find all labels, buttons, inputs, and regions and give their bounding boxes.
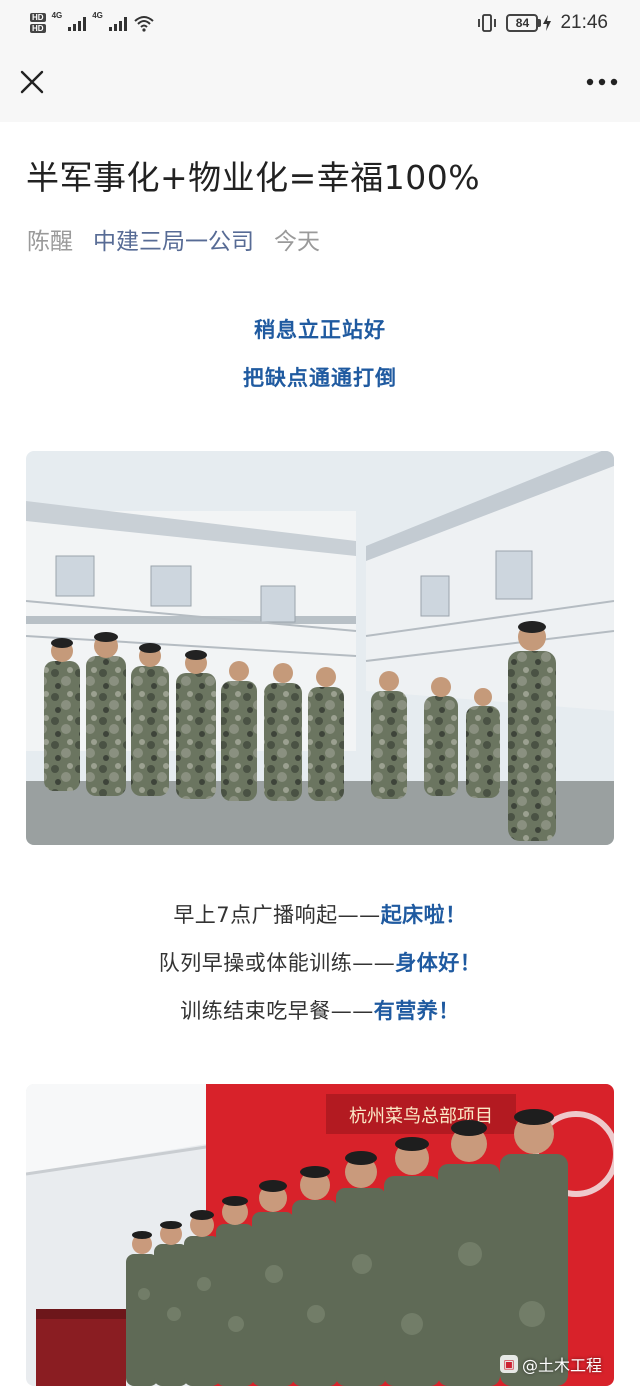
clock: 21:46	[560, 12, 608, 33]
vibrate-icon	[478, 14, 497, 32]
more-options-button[interactable]	[582, 64, 622, 100]
schedule-item-text: 早上7点广播响起——	[173, 903, 381, 927]
ceremony-photo-image: 杭州菜鸟总部项目	[26, 1084, 614, 1386]
network-type-label: 4G	[92, 11, 103, 20]
wifi-icon	[134, 16, 154, 32]
article-title: 半军事化+物业化=幸福100%	[26, 158, 481, 197]
publish-date: 今天	[274, 229, 320, 255]
schedule-item-highlight: 起床啦！	[380, 903, 467, 927]
status-left-group: HD HD 4G 4G	[30, 8, 155, 38]
battery-level: 84	[515, 16, 530, 30]
watermark-text: @土木工程	[521, 1356, 602, 1375]
status-bar: HD HD 4G 4G 84 21:46	[0, 0, 640, 44]
article-photo-ceremony[interactable]: 杭州菜鸟总部项目 ▣ @土木工程	[26, 1084, 614, 1386]
charging-icon	[543, 15, 552, 31]
close-button[interactable]	[14, 64, 50, 100]
hd-badge: HD	[30, 24, 46, 33]
schedule-item-highlight: 身体好！	[395, 951, 482, 975]
more-icon	[586, 78, 618, 86]
article-meta: 陈醒 中建三局一公司 今天	[27, 220, 320, 258]
intro-line: 稍息立正站好	[254, 318, 386, 342]
schedule-line: 早上7点广播响起——起床啦！	[0, 891, 640, 939]
account-link[interactable]: 中建三局一公司	[93, 222, 254, 256]
intro-text: 稍息立正站好 把缺点通通打倒	[0, 306, 640, 402]
hd-badge: HD	[30, 13, 46, 22]
watermark-logo-icon: ▣	[499, 1355, 518, 1373]
hd-badges: HD HD	[30, 13, 46, 33]
battery-icon: 84	[506, 14, 542, 32]
watermark: ▣ @土木工程	[499, 1352, 602, 1376]
schedule-text: 早上7点广播响起——起床啦！ 队列早操或体能训练——身体好！ 训练结束吃早餐——…	[0, 891, 640, 1035]
close-icon	[20, 70, 44, 94]
schedule-item-text: 队列早操或体能训练——	[158, 951, 396, 975]
article-photo-drill[interactable]	[26, 451, 614, 845]
top-nav-bar	[0, 44, 640, 122]
signal-strength-icon	[108, 15, 127, 31]
schedule-item-highlight: 有营养！	[373, 999, 460, 1023]
status-right-group: 84 21:46	[476, 8, 608, 38]
network-type-label: 4G	[51, 11, 63, 20]
schedule-line: 队列早操或体能训练——身体好！	[0, 939, 640, 987]
schedule-item-text: 训练结束吃早餐——	[180, 999, 374, 1023]
signal-strength-icon	[68, 15, 87, 31]
author-name: 陈醒	[27, 229, 73, 255]
schedule-line: 训练结束吃早餐——有营养！	[0, 987, 640, 1035]
intro-line: 把缺点通通打倒	[243, 366, 397, 390]
drill-photo-image	[26, 451, 614, 845]
